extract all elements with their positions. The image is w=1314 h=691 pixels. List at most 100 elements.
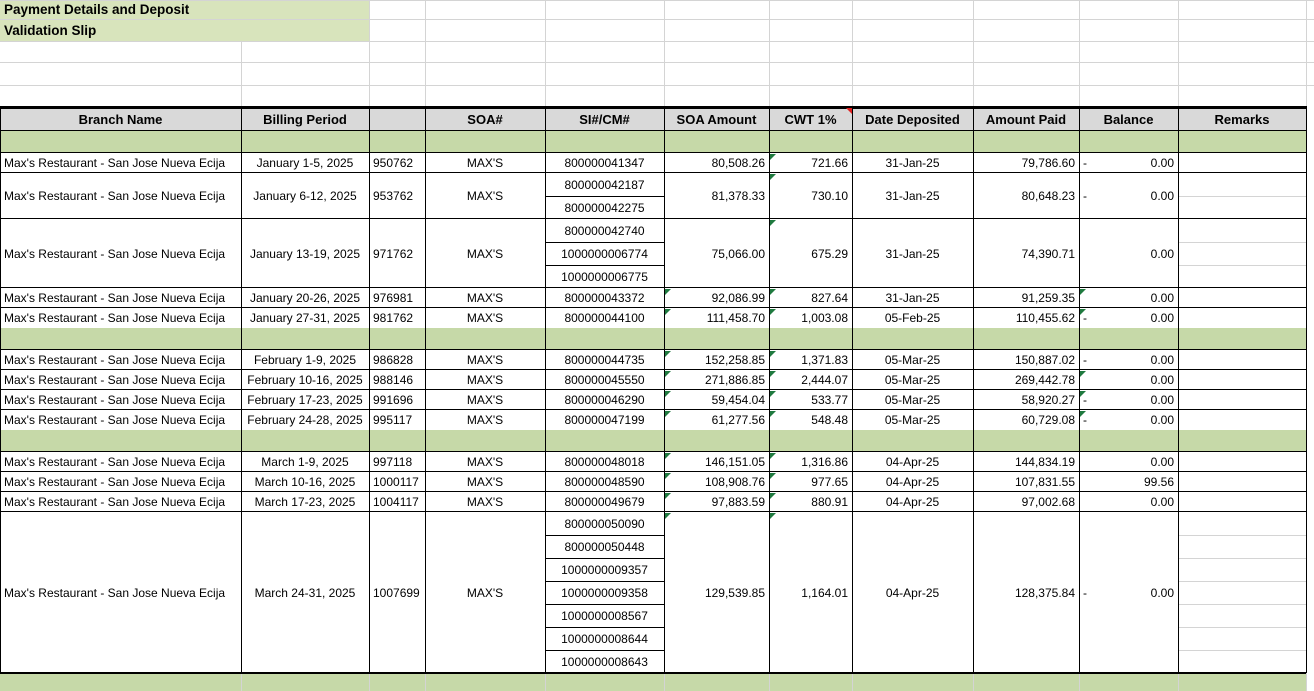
- cell-branch[interactable]: Max's Restaurant - San Jose Nueva Ecija: [0, 219, 241, 288]
- cell-date[interactable]: 05-Mar-25: [852, 370, 973, 390]
- cell-si-number[interactable]: 1000000008567: [545, 604, 664, 627]
- cell-branch[interactable]: Max's Restaurant - San Jose Nueva Ecija: [0, 153, 241, 173]
- cell-si-number[interactable]: 800000042187: [545, 173, 664, 196]
- cell-cwt[interactable]: 730.10: [769, 173, 852, 219]
- cell-si-number[interactable]: 800000050090: [545, 512, 664, 535]
- cell-branch[interactable]: Max's Restaurant - San Jose Nueva Ecija: [0, 472, 241, 492]
- cell-si-number[interactable]: 800000042740: [545, 219, 664, 242]
- cell-date[interactable]: 31-Jan-25: [852, 173, 973, 219]
- cell-balance[interactable]: 0.00: [1079, 219, 1178, 288]
- cell-period[interactable]: March 17-23, 2025: [241, 492, 369, 512]
- cell-num[interactable]: 997118: [369, 452, 425, 472]
- cell-period[interactable]: January 1-5, 2025: [241, 153, 369, 173]
- cell-si-number[interactable]: 1000000009358: [545, 581, 664, 604]
- cell-si-number[interactable]: 1000000008643: [545, 650, 664, 673]
- cell-num[interactable]: 981762: [369, 308, 425, 328]
- cell-soa[interactable]: MAX'S: [425, 308, 545, 328]
- cell-period[interactable]: March 10-16, 2025: [241, 472, 369, 492]
- cell-paid[interactable]: 269,442.78: [973, 370, 1079, 390]
- cell-si-number[interactable]: 800000044735: [545, 350, 664, 370]
- cell-num[interactable]: 988146: [369, 370, 425, 390]
- cell-branch[interactable]: Max's Restaurant - San Jose Nueva Ecija: [0, 173, 241, 219]
- cell-soa-amount[interactable]: 129,539.85: [664, 512, 769, 673]
- cell-branch[interactable]: Max's Restaurant - San Jose Nueva Ecija: [0, 308, 241, 328]
- cell-cwt[interactable]: 548.48: [769, 410, 852, 430]
- cell-soa-amount[interactable]: 108,908.76: [664, 472, 769, 492]
- cell-date[interactable]: 05-Mar-25: [852, 390, 973, 410]
- cell-si-number[interactable]: 800000045550: [545, 370, 664, 390]
- cell-si-number[interactable]: 1000000006775: [545, 265, 664, 288]
- cell-branch[interactable]: Max's Restaurant - San Jose Nueva Ecija: [0, 350, 241, 370]
- cell-date[interactable]: 31-Jan-25: [852, 153, 973, 173]
- cell-soa-amount[interactable]: 61,277.56: [664, 410, 769, 430]
- cell-soa-amount[interactable]: 92,086.99: [664, 288, 769, 308]
- cell-soa[interactable]: MAX'S: [425, 288, 545, 308]
- cell-si-number[interactable]: 800000048590: [545, 472, 664, 492]
- cell-date[interactable]: 05-Mar-25: [852, 410, 973, 430]
- cell-balance[interactable]: 0.00: [1079, 370, 1178, 390]
- cell-date[interactable]: 31-Jan-25: [852, 219, 973, 288]
- cell-paid[interactable]: 58,920.27: [973, 390, 1079, 410]
- cell-num[interactable]: 995117: [369, 410, 425, 430]
- cell-si-number[interactable]: 800000041347: [545, 153, 664, 173]
- cell-branch[interactable]: Max's Restaurant - San Jose Nueva Ecija: [0, 370, 241, 390]
- cell-num[interactable]: 976981: [369, 288, 425, 308]
- cell-cwt[interactable]: 2,444.07: [769, 370, 852, 390]
- cell-si-number[interactable]: 800000047199: [545, 410, 664, 430]
- cell-paid[interactable]: 91,259.35: [973, 288, 1079, 308]
- cell-cwt[interactable]: 1,371.83: [769, 350, 852, 370]
- cell-date[interactable]: 05-Mar-25: [852, 350, 973, 370]
- cell-soa[interactable]: MAX'S: [425, 219, 545, 288]
- cell-soa-amount[interactable]: 75,066.00: [664, 219, 769, 288]
- cell-cwt[interactable]: 977.65: [769, 472, 852, 492]
- spreadsheet[interactable]: Branch Name Billing Period SOA# SI#/CM# SOA …: [0, 0, 1314, 691]
- cell-period[interactable]: January 13-19, 2025: [241, 219, 369, 288]
- cell-soa[interactable]: MAX'S: [425, 512, 545, 673]
- cell-num[interactable]: 971762: [369, 219, 425, 288]
- cell-si-number[interactable]: 800000049679: [545, 492, 664, 512]
- cell-soa[interactable]: MAX'S: [425, 350, 545, 370]
- cell-num[interactable]: 1004117: [369, 492, 425, 512]
- cell-soa-amount[interactable]: 146,151.05: [664, 452, 769, 472]
- cell-num[interactable]: 1000117: [369, 472, 425, 492]
- cell-paid[interactable]: 110,455.62: [973, 308, 1079, 328]
- cell-soa-amount[interactable]: 81,378.33: [664, 173, 769, 219]
- cell-paid[interactable]: 74,390.71: [973, 219, 1079, 288]
- cell-branch[interactable]: Max's Restaurant - San Jose Nueva Ecija: [0, 512, 241, 673]
- cell-date[interactable]: 04-Apr-25: [852, 472, 973, 492]
- cell-soa[interactable]: MAX'S: [425, 410, 545, 430]
- cell-si-number[interactable]: 1000000006774: [545, 242, 664, 265]
- cell-paid[interactable]: 79,786.60: [973, 153, 1079, 173]
- cell-si-number[interactable]: 800000043372: [545, 288, 664, 308]
- cell-num[interactable]: 950762: [369, 153, 425, 173]
- cell-date[interactable]: 04-Apr-25: [852, 452, 973, 472]
- cell-num[interactable]: 986828: [369, 350, 425, 370]
- cell-cwt[interactable]: 675.29: [769, 219, 852, 288]
- cell-paid[interactable]: 144,834.19: [973, 452, 1079, 472]
- cell-date[interactable]: 04-Apr-25: [852, 512, 973, 673]
- cell-period[interactable]: March 24-31, 2025: [241, 512, 369, 673]
- cell-soa[interactable]: MAX'S: [425, 452, 545, 472]
- cell-cwt[interactable]: 1,316.86: [769, 452, 852, 472]
- cell-branch[interactable]: Max's Restaurant - San Jose Nueva Ecija: [0, 288, 241, 308]
- cell-soa-amount[interactable]: 80,508.26: [664, 153, 769, 173]
- cell-period[interactable]: February 24-28, 2025: [241, 410, 369, 430]
- cell-period[interactable]: January 20-26, 2025: [241, 288, 369, 308]
- cell-paid[interactable]: 128,375.84: [973, 512, 1079, 673]
- cell-si-number[interactable]: 800000048018: [545, 452, 664, 472]
- cell-period[interactable]: February 10-16, 2025: [241, 370, 369, 390]
- cell-paid[interactable]: 150,887.02: [973, 350, 1079, 370]
- cell-cwt[interactable]: 721.66: [769, 153, 852, 173]
- cell-si-number[interactable]: 1000000008644: [545, 627, 664, 650]
- cell-paid[interactable]: 97,002.68: [973, 492, 1079, 512]
- cell-soa-amount[interactable]: 152,258.85: [664, 350, 769, 370]
- cell-soa[interactable]: MAX'S: [425, 370, 545, 390]
- cell-soa[interactable]: MAX'S: [425, 492, 545, 512]
- cell-branch[interactable]: Max's Restaurant - San Jose Nueva Ecija: [0, 410, 241, 430]
- cell-soa-amount[interactable]: 59,454.04: [664, 390, 769, 410]
- cell-soa[interactable]: MAX'S: [425, 390, 545, 410]
- cell-branch[interactable]: Max's Restaurant - San Jose Nueva Ecija: [0, 492, 241, 512]
- cell-balance[interactable]: 0.00: [1079, 288, 1178, 308]
- cell-date[interactable]: 31-Jan-25: [852, 288, 973, 308]
- cell-balance[interactable]: 99.56: [1079, 472, 1178, 492]
